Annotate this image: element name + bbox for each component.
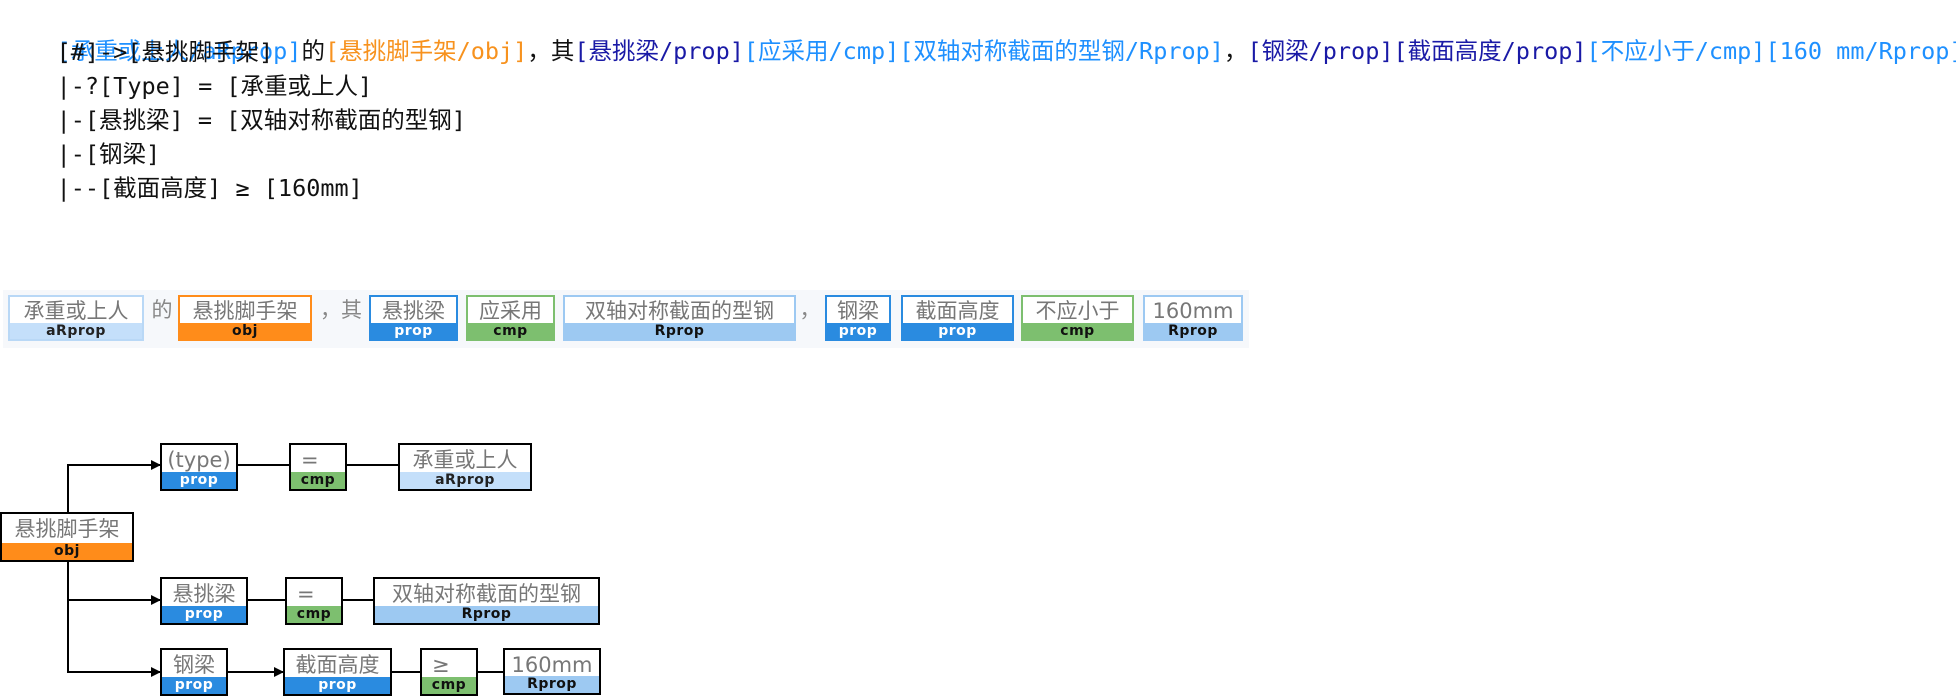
code-token: [160 mm/Rprop] xyxy=(1765,37,1956,65)
node-label: Rprop xyxy=(505,676,599,693)
node-label: prop xyxy=(162,606,246,623)
node-text: = xyxy=(297,582,315,606)
node-text: 悬挑脚手架 xyxy=(14,517,120,541)
token-obj: 悬挑脚手架 obj xyxy=(178,295,312,341)
tree-node-cantilever-beam: 悬挑梁 prop xyxy=(160,577,248,625)
code-token: [截面高度/prop] xyxy=(1393,37,1587,65)
token-text: 截面高度 xyxy=(915,299,1000,323)
token-label: Rprop xyxy=(565,323,794,339)
tree-node-cmp: = cmp xyxy=(289,443,347,491)
token-text: 不应小于 xyxy=(1035,299,1120,323)
token-label: cmp xyxy=(1023,323,1132,339)
tree-node-section-height: 截面高度 prop xyxy=(283,648,392,696)
code-token: [悬挑梁/prop] xyxy=(574,37,744,65)
token-cmp: 不应小于 cmp xyxy=(1021,295,1134,341)
tree-node-value: 双轴对称截面的型钢 Rprop xyxy=(373,577,600,625)
token-label: aRprop xyxy=(10,323,142,339)
token-prop: 截面高度 prop xyxy=(901,295,1014,341)
node-label: prop xyxy=(285,677,390,694)
code-token: ，其 xyxy=(527,37,575,65)
token-prop: 悬挑梁 prop xyxy=(369,295,458,341)
node-text: 悬挑梁 xyxy=(172,582,236,606)
token-text: 承重或上人 xyxy=(23,299,129,323)
code-token: 的 xyxy=(301,37,325,65)
node-text: = xyxy=(301,448,319,472)
node-label: aRprop xyxy=(400,472,530,489)
tree-node-cmp: ≥ cmp xyxy=(420,648,478,696)
tree-text-line: |--[截面高度] ≥ [160mm] xyxy=(0,174,363,202)
node-text: (type) xyxy=(167,448,231,472)
token-cmp: 应采用 cmp xyxy=(466,295,555,341)
tree-node-cmp: = cmp xyxy=(285,577,343,625)
code-token: [不应小于/cmp] xyxy=(1586,37,1766,65)
node-text: 钢梁 xyxy=(173,653,215,677)
token-label: obj xyxy=(180,323,310,339)
token-text: 钢梁 xyxy=(837,299,879,323)
node-label: cmp xyxy=(287,606,341,623)
tree-node-value: 160mm Rprop xyxy=(503,648,601,695)
edge-root-steelbeam xyxy=(67,600,161,677)
token-separator: ，其 xyxy=(320,298,362,322)
token-strip: 承重或上人 aRprop 的 悬挑脚手架 obj ，其 悬挑梁 prop 应采用… xyxy=(3,290,1249,348)
token-prop: 钢梁 prop xyxy=(825,295,891,341)
node-label: obj xyxy=(2,543,132,560)
token-text: 160mm xyxy=(1152,299,1234,323)
token-text: 悬挑梁 xyxy=(382,299,445,323)
code-token: [悬挑脚手架/obj] xyxy=(324,37,528,65)
node-label: Rprop xyxy=(375,606,598,623)
token-text: 应采用 xyxy=(479,299,542,323)
tree-text-line: |-[悬挑梁] = [双轴对称截面的型钢] xyxy=(0,106,466,134)
token-label: prop xyxy=(827,323,889,339)
node-text: 双轴对称截面的型钢 xyxy=(392,582,581,606)
tree-node-value: 承重或上人 aRprop xyxy=(398,443,532,491)
token-label: prop xyxy=(371,323,456,339)
tree-node-type: (type) prop xyxy=(160,443,238,491)
token-label: Rprop xyxy=(1145,323,1241,339)
token-label: cmp xyxy=(468,323,553,339)
tree-text-line: [#]->[悬挑脚手架] xyxy=(0,38,274,66)
node-label: cmp xyxy=(422,677,476,694)
token-rprop: 160mm Rprop xyxy=(1143,295,1243,341)
token-text: 悬挑脚手架 xyxy=(192,299,298,323)
tree-text-line: |-[钢梁] xyxy=(0,140,161,168)
token-arprop: 承重或上人 aRprop xyxy=(8,295,144,341)
node-label: cmp xyxy=(291,472,345,489)
tree-node-steel-beam: 钢梁 prop xyxy=(160,648,228,696)
token-label: prop xyxy=(903,323,1012,339)
code-token: [双轴对称截面的型钢/Rprop] xyxy=(899,37,1224,65)
node-label: prop xyxy=(162,472,236,489)
token-separator: ， xyxy=(799,298,821,322)
node-text: ≥ xyxy=(432,653,450,677)
node-label: prop xyxy=(162,677,226,694)
parse-tree-diagram: 悬挑脚手架 obj (type) prop = cmp 承重或上人 aRprop… xyxy=(0,420,1956,696)
token-rprop: 双轴对称截面的型钢 Rprop xyxy=(563,295,796,341)
token-separator: 的 xyxy=(151,298,173,322)
node-text: 截面高度 xyxy=(295,653,380,677)
code-token: [应采用/cmp] xyxy=(743,37,900,65)
node-text: 承重或上人 xyxy=(412,448,518,472)
code-token: ， xyxy=(1223,37,1248,65)
tree-text-line: |-?[Type] = [承重或上人] xyxy=(0,72,373,100)
tree-node-root: 悬挑脚手架 obj xyxy=(0,512,134,562)
code-token: [钢梁/prop] xyxy=(1247,37,1394,65)
edge-root-type xyxy=(67,460,161,512)
token-text: 双轴对称截面的型钢 xyxy=(585,299,774,323)
